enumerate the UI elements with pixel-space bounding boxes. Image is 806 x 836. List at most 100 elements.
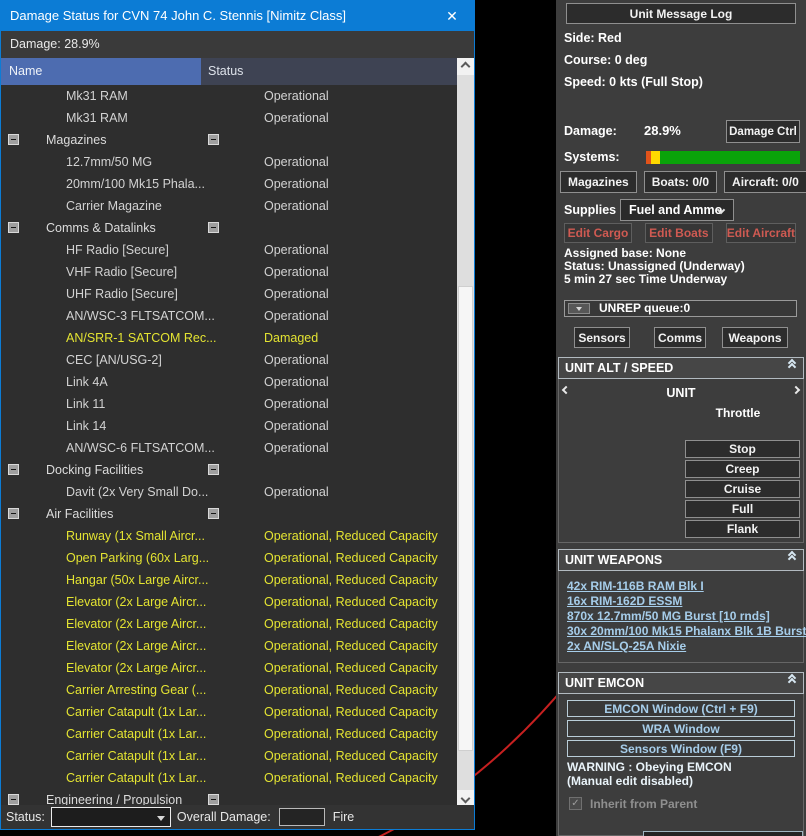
- collapse-minus-icon[interactable]: [208, 508, 219, 519]
- collapse-minus-icon[interactable]: [208, 794, 219, 805]
- tree-item-row[interactable]: Carrier Catapult (1x Lar... Operational, …: [1, 745, 458, 767]
- component-status: Operational: [264, 309, 329, 323]
- unit-weapons-header[interactable]: UNIT WEAPONS: [558, 549, 804, 571]
- collapse-icon[interactable]: [787, 550, 797, 564]
- tree-item-row[interactable]: AN/WSC-6 FLTSATCOM... Operational: [1, 437, 458, 459]
- tree-item-row[interactable]: Elevator (2x Large Aircr... Operational, …: [1, 657, 458, 679]
- collapse-minus-icon[interactable]: [8, 794, 19, 805]
- tree-item-row[interactable]: Carrier Arresting Gear (... Operational, …: [1, 679, 458, 701]
- tree-item-row[interactable]: 12.7mm/50 MG Operational: [1, 151, 458, 173]
- table-scrollbar[interactable]: [457, 58, 474, 807]
- tree-item-row[interactable]: CEC [AN/USG-2] Operational: [1, 349, 458, 371]
- collapse-minus-icon[interactable]: [208, 464, 219, 475]
- tree-item-row[interactable]: AN/SRR-1 SATCOM Rec... Damaged: [1, 327, 458, 349]
- tree-item-row[interactable]: Carrier Magazine Operational: [1, 195, 458, 217]
- window-titlebar[interactable]: Damage Status for CVN 74 John C. Stennis…: [1, 1, 474, 31]
- column-header-status[interactable]: Status: [208, 58, 243, 85]
- collapse-minus-icon[interactable]: [8, 134, 19, 145]
- scroll-up-button[interactable]: [457, 58, 474, 75]
- edit-buttons-row: Edit Cargo Edit Boats Edit Aircraft: [564, 223, 797, 243]
- unrep-dropdown-button[interactable]: [568, 303, 590, 314]
- tree-item-row[interactable]: 20mm/100 Mk15 Phala... Operational: [1, 173, 458, 195]
- collapse-icon[interactable]: [787, 673, 797, 687]
- supplies-dropdown[interactable]: Fuel and Ammo: [620, 199, 734, 221]
- tree-item-row[interactable]: Elevator (2x Large Aircr... Operational, …: [1, 591, 458, 613]
- tree-item-row[interactable]: HF Radio [Secure] Operational: [1, 239, 458, 261]
- throttle-stop-button[interactable]: Stop: [685, 440, 800, 458]
- weapon-link[interactable]: 30x 20mm/100 Mk15 Phalanx Blk 1B Burst [: [567, 624, 806, 639]
- tree-item-row[interactable]: VHF Radio [Secure] Operational: [1, 261, 458, 283]
- weapon-link[interactable]: 870x 12.7mm/50 MG Burst [10 rnds]: [567, 609, 795, 624]
- tree-item-row[interactable]: Carrier Catapult (1x Lar... Operational, …: [1, 701, 458, 723]
- throttle-flank-button[interactable]: Flank: [685, 520, 800, 538]
- emcon-window-button[interactable]: EMCON Window (Ctrl + F9): [567, 700, 795, 717]
- component-name: Carrier Catapult (1x Lar...: [66, 771, 207, 785]
- weapon-link[interactable]: 2x AN/SLQ-25A Nixie: [567, 639, 795, 654]
- component-status: Operational, Reduced Capacity: [264, 771, 438, 785]
- throttle-creep-button[interactable]: Creep: [685, 460, 800, 478]
- tree-item-row[interactable]: Runway (1x Small Aircr... Operational, Re…: [1, 525, 458, 547]
- collapse-minus-icon[interactable]: [208, 222, 219, 233]
- collapse-minus-icon[interactable]: [8, 508, 19, 519]
- tree-item-row[interactable]: Mk31 RAM Operational: [1, 85, 458, 107]
- component-name: AN/WSC-6 FLTSATCOM...: [66, 441, 215, 455]
- weapon-link[interactable]: 42x RIM-116B RAM Blk I: [567, 579, 795, 594]
- tab-comms-button[interactable]: Comms: [654, 327, 706, 348]
- tree-item-row[interactable]: Link 4A Operational: [1, 371, 458, 393]
- tree-item-row[interactable]: Carrier Catapult (1x Lar... Operational, …: [1, 767, 458, 789]
- unit-alt-speed-header[interactable]: UNIT ALT / SPEED: [558, 357, 804, 379]
- component-name: Elevator (2x Large Aircr...: [66, 595, 207, 609]
- unrep-queue-bar[interactable]: UNREP queue:0: [564, 300, 797, 317]
- tab-sensors-button[interactable]: Sensors: [574, 327, 630, 348]
- unit-alt-speed-section: UNIT ALT / SPEED UNIT Throttle Stop Creep…: [558, 357, 804, 543]
- tree-item-row[interactable]: Mk31 RAM Operational: [1, 107, 458, 129]
- status-dropdown[interactable]: [50, 807, 171, 827]
- overall-damage-input[interactable]: [278, 808, 325, 826]
- collapse-minus-icon[interactable]: [8, 464, 19, 475]
- tree-item-row[interactable]: UHF Radio [Secure] Operational: [1, 283, 458, 305]
- component-status: Operational: [264, 177, 329, 191]
- damage-tree-table: Mk31 RAM Operational Mk31 RAM Operational Ma…: [1, 85, 458, 807]
- weapon-link[interactable]: 16x RIM-162D ESSM: [567, 594, 795, 609]
- wra-window-button[interactable]: WRA Window: [567, 720, 795, 737]
- collapse-minus-icon[interactable]: [8, 222, 19, 233]
- throttle-cruise-button[interactable]: Cruise: [685, 480, 800, 498]
- tree-group-row[interactable]: Comms & Datalinks: [1, 217, 458, 239]
- throttle-full-button[interactable]: Full: [685, 500, 800, 518]
- edit-boats-button[interactable]: Edit Boats: [644, 223, 713, 243]
- aircraft-button[interactable]: Aircraft: 0/0: [724, 171, 806, 193]
- tree-item-row[interactable]: Carrier Catapult (1x Lar... Operational, …: [1, 723, 458, 745]
- tree-item-row[interactable]: AN/WSC-3 FLTSATCOM... Operational: [1, 305, 458, 327]
- collapse-minus-icon[interactable]: [208, 134, 219, 145]
- sensors-window-button[interactable]: Sensors Window (F9): [567, 740, 795, 757]
- close-button[interactable]: ✕: [430, 1, 474, 31]
- component-name: Carrier Arresting Gear (...: [66, 683, 207, 697]
- tree-item-row[interactable]: Hangar (50x Large Aircr... Operational, R…: [1, 569, 458, 591]
- magazines-button[interactable]: Magazines: [560, 171, 637, 193]
- collapse-icon[interactable]: [787, 358, 797, 372]
- tree-group-row[interactable]: Docking Facilities: [1, 459, 458, 481]
- unit-message-log-button[interactable]: Unit Message Log: [566, 3, 796, 24]
- boats-button[interactable]: Boats: 0/0: [643, 171, 718, 193]
- tree-item-row[interactable]: Open Parking (60x Larg... Operational, Re…: [1, 547, 458, 569]
- edit-aircraft-button[interactable]: Edit Aircraft: [725, 223, 797, 243]
- scrollbar-thumb[interactable]: [458, 286, 473, 751]
- unit-weapons-section: UNIT WEAPONS 42x RIM-116B RAM Blk I 16x R…: [558, 549, 806, 663]
- component-name: Comms & Datalinks: [46, 221, 156, 235]
- unit-emcon-header[interactable]: UNIT EMCON: [558, 672, 804, 694]
- tree-item-row[interactable]: Link 11 Operational: [1, 393, 458, 415]
- column-header-name[interactable]: Name: [1, 58, 201, 85]
- edit-cargo-button[interactable]: Edit Cargo: [564, 223, 632, 243]
- damage-ctrl-button[interactable]: Damage Ctrl: [726, 120, 800, 143]
- tree-item-row[interactable]: Davit (2x Very Small Do... Operational: [1, 481, 458, 503]
- tree-item-row[interactable]: Elevator (2x Large Aircr... Operational, …: [1, 613, 458, 635]
- tree-item-row[interactable]: Elevator (2x Large Aircr... Operational, …: [1, 635, 458, 657]
- tree-group-row[interactable]: Air Facilities: [1, 503, 458, 525]
- component-status: Operational: [264, 199, 329, 213]
- tree-item-row[interactable]: Link 14 Operational: [1, 415, 458, 437]
- component-status: Operational, Reduced Capacity: [264, 705, 438, 719]
- inherit-from-parent-checkbox[interactable]: ✓: [569, 797, 582, 810]
- tree-group-row[interactable]: Magazines: [1, 129, 458, 151]
- tab-weapons-button[interactable]: Weapons: [722, 327, 788, 348]
- unit-tab-label[interactable]: UNIT: [559, 386, 803, 400]
